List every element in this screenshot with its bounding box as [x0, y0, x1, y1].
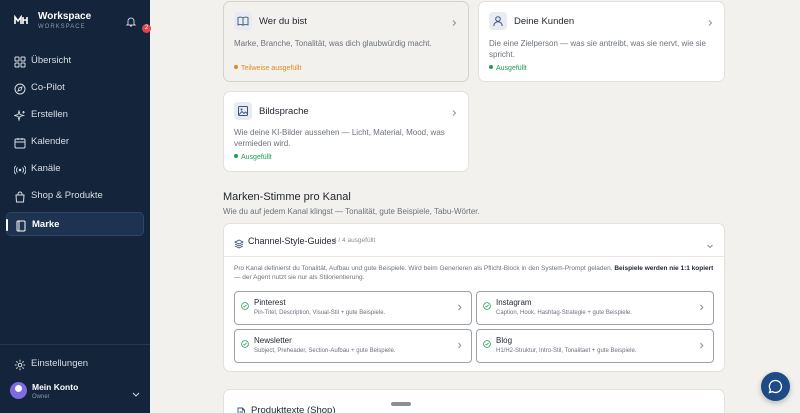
brand-card-bildsprache[interactable]: Bildsprache Wie deine KI-Bilder aussehen… — [223, 91, 469, 172]
channel-style-guides: Channel-Style-Guides 4 / 4 ausgefüllt Pr… — [223, 223, 725, 372]
book-icon — [15, 219, 27, 232]
sidebar-item-label: Shop & Produkte — [31, 190, 103, 201]
channel-name: Instagram — [496, 298, 532, 307]
chevron-right-icon — [450, 104, 458, 116]
sidebar: Workspace WORKSPACE 2 Übersicht Co-Pilot… — [0, 0, 151, 413]
card-title: Produkttexte (Shop) — [251, 405, 336, 413]
guides-header[interactable]: Channel-Style-Guides 4 / 4 ausgefüllt — [224, 224, 724, 257]
sidebar-item-label: Erstellen — [31, 109, 68, 120]
main-content: Wer du bist Marke, Branche, Tonalität, w… — [150, 0, 800, 413]
sidebar-divider — [0, 344, 150, 345]
check-circle-icon — [241, 335, 249, 348]
book-open-icon — [234, 12, 252, 30]
grid-icon — [14, 55, 26, 68]
brand[interactable]: Workspace WORKSPACE 2 — [14, 10, 151, 34]
sidebar-item-label: Marke — [32, 219, 60, 230]
chevron-down-icon — [131, 386, 141, 397]
card-description: Wie deine KI-Bilder aussehen — Licht, Ma… — [234, 128, 445, 148]
user-icon — [489, 12, 507, 30]
chevron-right-icon — [450, 14, 458, 26]
chevron-right-icon — [456, 336, 463, 349]
guides-count: 4 / 4 ausgefüllt — [333, 237, 376, 244]
product-texts-card[interactable]: Produkttexte (Shop) — [223, 389, 725, 413]
status-badge: Ausgefüllt — [234, 154, 272, 161]
sidebar-item-kanaele[interactable]: Kanäle — [6, 157, 144, 181]
sidebar-item-kalender[interactable]: Kalender — [6, 130, 144, 154]
channel-name: Pinterest — [254, 298, 286, 307]
channel-description: Subject, Preheader, Section-Aufbau + gut… — [254, 348, 396, 354]
card-description: Marke, Branche, Tonalität, was dich glau… — [234, 39, 432, 48]
brand-card-deine-kunden[interactable]: Deine Kunden Die eine Zielperson — was s… — [478, 1, 725, 82]
card-title: Bildsprache — [259, 106, 309, 117]
sidebar-item-co-pilot[interactable]: Co-Pilot — [6, 76, 144, 100]
sidebar-item-label: Kalender — [31, 136, 70, 147]
channel-blog[interactable]: Blog H1/H2-Struktur, Intro-Stil, Tonalit… — [476, 329, 714, 363]
sparkle-icon — [12, 109, 26, 122]
channel-description: Caption, Hook, Hashtag-Strategie + gute … — [496, 310, 632, 316]
channel-newsletter[interactable]: Newsletter Subject, Preheader, Section-A… — [234, 329, 472, 363]
gear-icon — [14, 358, 26, 371]
channel-description: Pin-Titel, Description, Visual-Stil + gu… — [254, 310, 386, 316]
card-description: Die eine Zielperson — was sie antreibt, … — [489, 39, 706, 59]
logo-icon — [14, 14, 28, 28]
status-badge: Teilweise ausgefüllt — [234, 65, 301, 72]
channel-description: H1/H2-Struktur, Intro-Stil, Tonalitaet +… — [496, 348, 637, 354]
card-title: Deine Kunden — [514, 16, 575, 27]
channel-name: Blog — [496, 336, 513, 345]
chevron-right-icon — [456, 298, 463, 311]
chevron-right-icon — [698, 336, 705, 349]
sidebar-item-erstellen[interactable]: Erstellen — [6, 103, 144, 127]
status-badge: Ausgefüllt — [489, 65, 527, 72]
chat-button[interactable] — [761, 372, 790, 401]
channel-instagram[interactable]: Instagram Caption, Hook, Hashtag-Strateg… — [476, 291, 714, 325]
sidebar-item-einstellungen[interactable]: Einstellungen — [6, 352, 144, 376]
image-icon — [234, 102, 252, 120]
check-circle-icon — [483, 297, 491, 310]
sidebar-item-shop-produkte[interactable]: Shop & Produkte — [6, 184, 144, 208]
channel-pinterest[interactable]: Pinterest Pin-Titel, Description, Visual… — [234, 291, 472, 325]
section-title: Marken-Stimme pro Kanal — [223, 191, 351, 203]
account-role: Owner — [32, 394, 50, 400]
bag-icon — [14, 190, 26, 203]
chevron-right-icon — [698, 298, 705, 311]
chevron-down-icon — [706, 237, 714, 249]
broadcast-icon — [13, 163, 27, 175]
document-icon — [236, 404, 246, 413]
sidebar-item-label: Übersicht — [31, 55, 72, 66]
channel-name: Newsletter — [254, 336, 292, 345]
account-menu[interactable]: Mein Konto Owner — [10, 380, 142, 404]
chevron-right-icon — [706, 14, 714, 26]
check-circle-icon — [241, 297, 249, 310]
compass-icon — [14, 82, 26, 95]
guides-intro: Pro Kanal definierst du Tonalität, Aufba… — [234, 265, 714, 281]
sidebar-item-label: Einstellungen — [31, 358, 89, 369]
card-title: Wer du bist — [259, 16, 307, 27]
brand-title: Workspace — [38, 11, 92, 22]
bell-icon[interactable] — [125, 16, 138, 28]
check-circle-icon — [483, 335, 491, 348]
sidebar-item-label: Co-Pilot — [31, 82, 65, 93]
scroll-handle[interactable] — [391, 402, 411, 406]
section-subtitle: Wie du auf jedem Kanal klingst — Tonalit… — [223, 207, 480, 216]
account-name: Mein Konto — [32, 382, 79, 392]
brand-card-wer-du-bist[interactable]: Wer du bist Marke, Branche, Tonalität, w… — [223, 1, 469, 82]
sidebar-item-marke[interactable]: Marke — [6, 212, 144, 236]
sidebar-item-uebersicht[interactable]: Übersicht — [6, 49, 144, 73]
calendar-icon — [14, 136, 26, 149]
avatar — [10, 382, 27, 399]
sidebar-item-label: Kanäle — [31, 163, 61, 174]
layers-icon — [233, 236, 245, 249]
guides-title: Channel-Style-Guides — [248, 236, 337, 246]
brand-subtitle: WORKSPACE — [38, 24, 86, 30]
